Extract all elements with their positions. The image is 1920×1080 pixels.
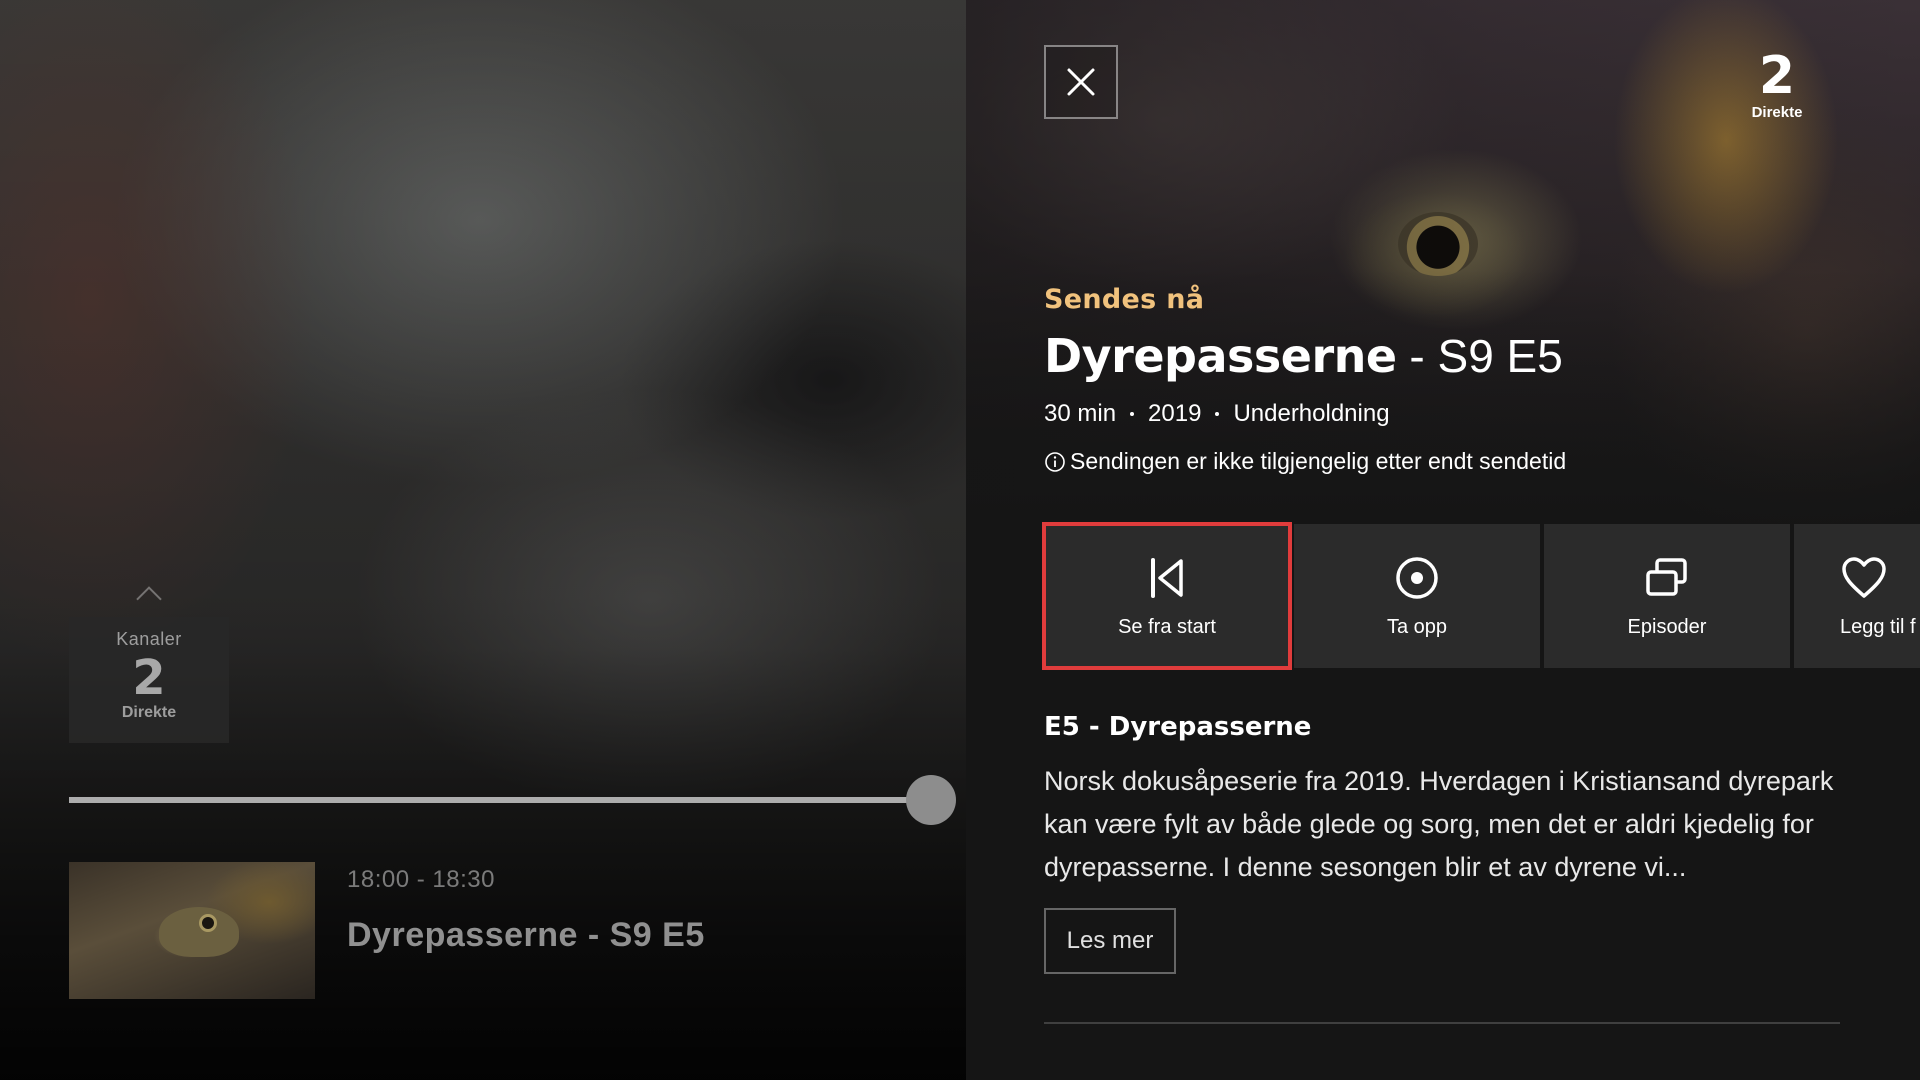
start-over-label: Se fra start (1118, 615, 1216, 638)
episodes-label: Episoder (1627, 615, 1707, 638)
channel-switcher-label: Kanaler (116, 629, 182, 649)
program-title: Dyrepasserne - S9 E5 (347, 916, 705, 954)
program-info: Sendes nå Dyrepasserne - S9 E5 30 min 20… (1044, 284, 1884, 475)
duration: 30 min (1044, 400, 1117, 427)
live-label: Sendes nå (1044, 284, 1205, 315)
progress-handle[interactable] (906, 775, 957, 825)
heart-icon (1842, 556, 1886, 598)
add-to-favorites-label: Legg til f (1840, 615, 1916, 638)
close-icon (1067, 68, 1095, 96)
page-title: Dyrepasserne - S9 E5 (1044, 329, 1884, 384)
player-background: Kanaler 2 Direkte 18:00 - 18:30 Dyrepass… (0, 0, 966, 1080)
episode-synopsis: Norsk dokusåpeserie fra 2019. Hverdagen … (1044, 766, 1834, 882)
record-button[interactable]: Ta opp (1294, 524, 1540, 668)
record-label: Ta opp (1386, 615, 1448, 638)
genre: Underholdning (1233, 400, 1390, 427)
skip-back-icon (1151, 557, 1183, 598)
chevron-up-icon (136, 586, 162, 612)
episode-code: S9 E5 (1437, 330, 1563, 382)
program-thumbnail (69, 862, 315, 999)
availability-text: Sendingen er ikke tilgjengelig etter end… (1070, 448, 1567, 474)
close-button[interactable] (1044, 45, 1118, 119)
meta-dot (1215, 412, 1220, 416)
add-to-favorites-button[interactable]: Legg til f (1794, 524, 1920, 668)
action-row: Se fra start Ta opp Episoder Legg til f (1042, 522, 1920, 670)
meta-row: 30 min 2019 Underholdning (1044, 400, 1884, 428)
progress-fill (69, 797, 932, 803)
info-icon (1045, 451, 1065, 472)
episodes-icon (1646, 557, 1687, 596)
channel-live-label: Direkte (1751, 104, 1803, 121)
record-icon (1396, 556, 1438, 599)
start-over-button[interactable]: Se fra start (1042, 522, 1292, 670)
channel-logo: 2 (132, 650, 166, 706)
channel-sub-label: Direkte (121, 704, 177, 721)
episode-description: E5 - Dyrepasserne Norsk dokusåpeserie fr… (1044, 712, 1844, 889)
progress-bar[interactable] (69, 775, 957, 825)
meta-dot (1130, 412, 1135, 416)
channel-logo: 2 (1758, 46, 1796, 106)
series-title: Dyrepasserne (1044, 329, 1397, 383)
divider (1044, 1022, 1840, 1024)
channel-badge: 2 Direkte (1732, 50, 1822, 121)
read-more-button[interactable]: Les mer (1044, 908, 1176, 974)
episodes-button[interactable]: Episoder (1544, 524, 1790, 668)
title-separator: - (1396, 330, 1438, 382)
channel-switcher[interactable]: Kanaler 2 Direkte (69, 617, 229, 743)
info-panel: 2 Direkte Sendes nå Dyrepasserne - S9 E5… (966, 0, 1920, 1080)
episode-title: E5 - Dyrepasserne (1044, 712, 1312, 742)
availability-notice: Sendingen er ikke tilgjengelig etter end… (1044, 448, 1884, 475)
year: 2019 (1148, 400, 1202, 427)
program-time: 18:00 - 18:30 (347, 866, 495, 893)
